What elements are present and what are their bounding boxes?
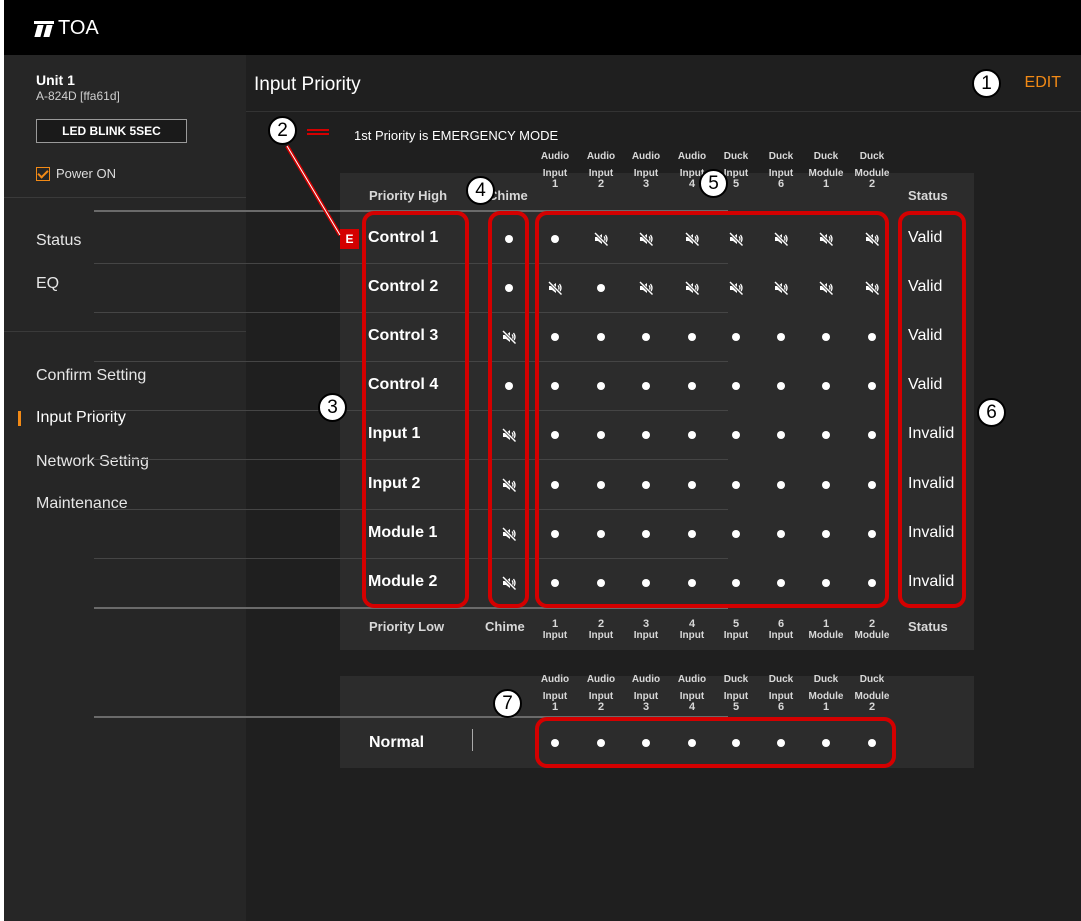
- callout-5: 5: [699, 169, 728, 198]
- callout-3: 3: [318, 393, 347, 422]
- callout-6: 6: [977, 398, 1006, 427]
- callout-1: 1: [972, 69, 1001, 98]
- callout-2: 2: [268, 116, 297, 145]
- callout-7: 7: [493, 689, 522, 718]
- callout-4: 4: [466, 176, 495, 205]
- callout-lines: [285, 144, 342, 237]
